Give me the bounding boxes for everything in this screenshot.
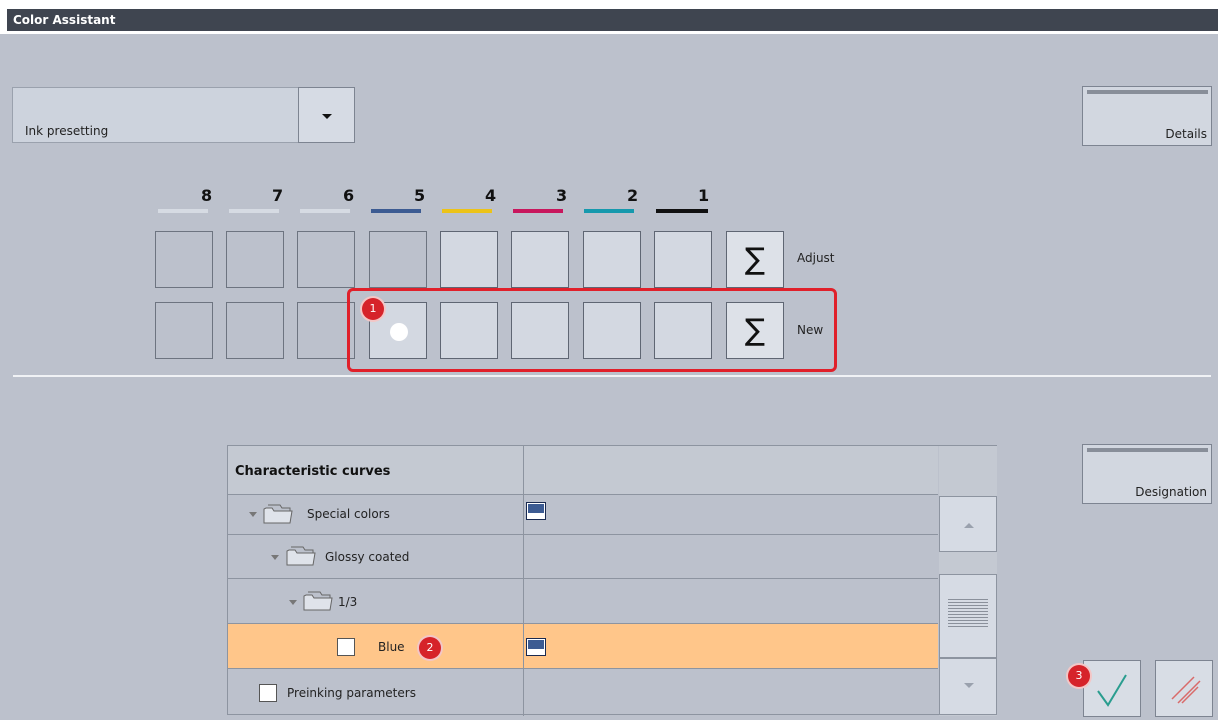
row-label: 1/3 (338, 595, 358, 609)
title-bar: Color Assistant (0, 0, 1218, 34)
unit-color-4 (442, 209, 492, 213)
section-separator (13, 375, 1211, 377)
row-label: Glossy coated (325, 550, 410, 564)
color-swatch-icon (526, 502, 546, 520)
unit-color-5 (371, 209, 421, 213)
unit-color-3 (513, 209, 563, 213)
row-label: Blue (378, 640, 405, 654)
table-row-blue-selected[interactable]: Blue (228, 624, 938, 669)
checkbox[interactable] (259, 684, 277, 702)
grip-icon (948, 599, 988, 629)
unit-number-3: 3 (556, 186, 568, 205)
window-title: Color Assistant (7, 9, 1218, 31)
adjust-cell-3[interactable] (511, 231, 569, 288)
arrow-up-icon (964, 523, 974, 528)
folder-open-icon (263, 504, 293, 524)
scroll-down-button[interactable] (939, 658, 997, 715)
table-row-preinking[interactable]: Preinking parameters (228, 669, 938, 715)
button-stripe (1087, 90, 1208, 94)
row-label: Special colors (307, 507, 390, 521)
cancel-slash-icon (1171, 676, 1201, 704)
folder-open-icon (303, 591, 333, 611)
scroll-thumb[interactable] (939, 574, 997, 658)
unit-color-1 (656, 209, 708, 213)
designation-button-label: Designation (1135, 485, 1207, 499)
details-button-label: Details (1165, 127, 1207, 141)
unit-number-6: 6 (343, 186, 355, 205)
table-header-title: Characteristic curves (235, 464, 391, 479)
new-cell-8[interactable] (155, 302, 213, 359)
table-row-special-colors[interactable]: Special colors (228, 495, 938, 535)
designation-button[interactable]: Designation (1082, 444, 1212, 504)
adjust-cell-8[interactable] (155, 231, 213, 288)
dropdown-arrow-button[interactable] (298, 87, 355, 143)
adjust-label: Adjust (797, 251, 835, 265)
scroll-up-button[interactable] (939, 496, 997, 552)
unit-color-7 (229, 209, 279, 213)
chevron-down-icon (322, 114, 332, 119)
row-label: Preinking parameters (287, 686, 416, 700)
details-button[interactable]: Details (1082, 86, 1212, 146)
expand-arrow-icon[interactable] (271, 555, 279, 560)
table-row-glossy-coated[interactable]: Glossy coated (228, 535, 938, 579)
expand-arrow-icon[interactable] (249, 512, 257, 517)
annotation-badge-3: 3 (1068, 665, 1090, 687)
folder-open-icon (286, 546, 316, 566)
unit-color-8 (158, 209, 208, 213)
unit-color-6 (300, 209, 350, 213)
checkmark-icon (1097, 674, 1127, 707)
adjust-cell-5[interactable] (369, 231, 427, 288)
swatch-fill (528, 640, 544, 649)
confirm-button[interactable] (1083, 660, 1141, 717)
unit-number-7: 7 (272, 186, 284, 205)
column-divider (523, 446, 524, 716)
characteristic-curves-table: Characteristic curves Special colors Glo… (227, 445, 997, 716)
unit-number-5: 5 (414, 186, 426, 205)
cancel-button[interactable] (1155, 660, 1213, 717)
ink-presetting-dropdown[interactable]: Ink presetting (12, 87, 355, 143)
adjust-sum-button[interactable]: ∑ (726, 231, 784, 288)
annotation-highlight-box (347, 288, 837, 372)
adjust-cell-2[interactable] (583, 231, 641, 288)
unit-number-1: 1 (698, 186, 710, 205)
table-header: Characteristic curves (228, 446, 938, 495)
unit-number-4: 4 (485, 186, 497, 205)
adjust-cell-1[interactable] (654, 231, 712, 288)
table-scrollbar[interactable] (939, 446, 997, 716)
annotation-badge-2: 2 (419, 637, 441, 659)
expand-arrow-icon[interactable] (289, 600, 297, 605)
adjust-cell-7[interactable] (226, 231, 284, 288)
unit-color-2 (584, 209, 634, 213)
arrow-down-icon (964, 683, 974, 688)
unit-number-8: 8 (201, 186, 213, 205)
annotation-badge-1: 1 (362, 298, 384, 320)
dropdown-value: Ink presetting (25, 124, 109, 138)
button-stripe (1087, 448, 1208, 452)
unit-number-2: 2 (627, 186, 639, 205)
adjust-cell-6[interactable] (297, 231, 355, 288)
color-swatch-icon (526, 638, 546, 656)
adjust-cell-4[interactable] (440, 231, 498, 288)
checkbox[interactable] (337, 638, 355, 656)
table-row-1-3[interactable]: 1/3 (228, 579, 938, 624)
swatch-fill (528, 504, 544, 513)
new-cell-7[interactable] (226, 302, 284, 359)
